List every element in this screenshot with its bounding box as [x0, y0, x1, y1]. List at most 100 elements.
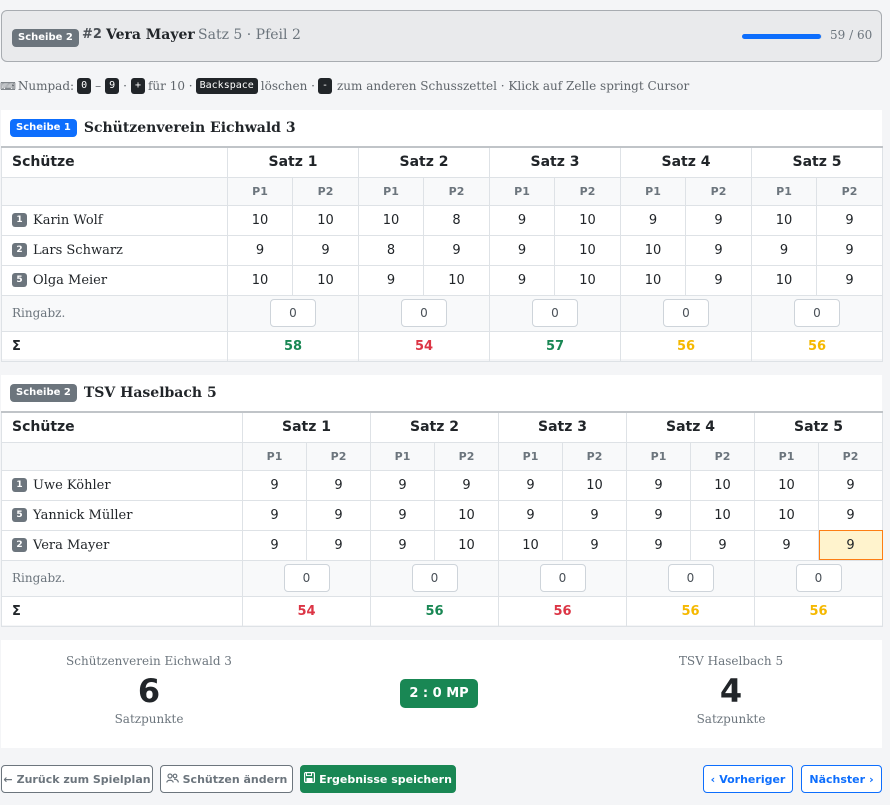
p2-header: P2	[685, 176, 752, 206]
score-cell[interactable]: 10	[562, 469, 627, 501]
score-cell[interactable]: 9	[751, 234, 817, 266]
score-cell[interactable]: 10	[292, 204, 359, 236]
score-cell[interactable]: 9	[292, 234, 359, 266]
score-cell[interactable]: 10	[690, 499, 755, 531]
ring-deduction-cell: 0	[754, 559, 883, 597]
score-cell[interactable]: 8	[358, 234, 424, 266]
score-cell[interactable]: 10	[754, 499, 819, 531]
score-cell[interactable]: 9	[370, 529, 435, 561]
score-cell[interactable]: 9	[685, 264, 752, 296]
ring-deduction-input[interactable]: 0	[411, 564, 458, 592]
ring-deduction-row: Ringabz. 0 0 0 0 0	[1, 294, 883, 332]
score-cell[interactable]: 8	[423, 204, 490, 236]
score-cell[interactable]: 9	[227, 234, 293, 266]
save-button-label: Ergebnisse speichern	[319, 772, 452, 786]
score-cell[interactable]: 9	[489, 204, 555, 236]
shooter-name: Karin Wolf	[33, 212, 103, 228]
ring-deduction-input[interactable]: 0	[539, 564, 586, 592]
score-cell[interactable]: 10	[620, 234, 686, 266]
score-cell[interactable]: 10	[423, 264, 490, 296]
score-cell[interactable]: 10	[620, 264, 686, 296]
team2-title: Scheibe 2 TSV Haselbach 5	[10, 384, 217, 402]
ring-deduction-input[interactable]: 0	[794, 299, 840, 327]
score-cell[interactable]: 9	[242, 469, 307, 501]
p1-header: P1	[358, 176, 424, 206]
score-cell[interactable]: 9	[423, 234, 490, 266]
score-cell[interactable]: 10	[434, 529, 499, 561]
score-cell[interactable]: 9	[562, 499, 627, 531]
score-cell[interactable]: 9	[498, 469, 563, 501]
team2-card: Scheibe 2 TSV Haselbach 5 Schütze Satz 1S…	[1, 375, 883, 627]
score-cell[interactable]: 9	[306, 499, 371, 531]
score-cell[interactable]: 9	[626, 469, 691, 501]
result-team2: TSV Haselbach 5 4 Satzpunkte	[631, 654, 831, 726]
score-cell[interactable]: 10	[434, 499, 499, 531]
back-to-schedule-button[interactable]: ← Zurück zum Spielplan	[1, 765, 153, 793]
score-cell[interactable]: 9	[434, 469, 499, 501]
score-cell[interactable]: 10	[554, 204, 621, 236]
score-cell[interactable]: 9	[370, 469, 435, 501]
score-cell[interactable]: 9	[358, 264, 424, 296]
hint-rest: zum anderen Schusszettel · Klick auf Zel…	[336, 79, 690, 93]
change-shooters-button[interactable]: Schützen ändern	[160, 765, 293, 793]
p2-header: P2	[306, 441, 371, 471]
score-cell[interactable]: 10	[227, 204, 293, 236]
team1-score-table: Schütze Satz 1 Satz 2 Satz 3 Satz 4 Satz 5 P1 P…	[1, 146, 883, 362]
score-cell[interactable]: 9	[816, 264, 883, 296]
score-cell[interactable]: 10	[227, 264, 293, 296]
score-cell[interactable]: 10	[498, 529, 563, 561]
p2-header: P2	[562, 441, 627, 471]
ring-deduction-cell: 0	[227, 294, 359, 332]
score-cell[interactable]: 10	[751, 204, 817, 236]
score-cell[interactable]: 10	[690, 469, 755, 501]
ring-deduction-cell: 0	[489, 294, 621, 332]
score-cell[interactable]: 9	[690, 529, 755, 561]
users-icon	[165, 772, 179, 786]
ring-deduction-input[interactable]: 0	[663, 299, 709, 327]
score-cell[interactable]: 9	[242, 499, 307, 531]
score-cell[interactable]: 9	[626, 529, 691, 561]
score-cell[interactable]: 9	[818, 499, 883, 531]
next-button[interactable]: Nächster ›	[801, 765, 882, 793]
score-cell[interactable]: 9	[685, 204, 752, 236]
score-cell[interactable]: 9	[816, 204, 883, 236]
score-cell[interactable]: 9	[306, 529, 371, 561]
score-cell[interactable]: 10	[554, 264, 621, 296]
ringabz-label: Ringabz.	[1, 559, 243, 597]
ring-deduction-input[interactable]: 0	[795, 564, 842, 592]
floppy-disk-icon	[304, 772, 316, 786]
set-sum-cell: 54	[242, 595, 371, 627]
score-cell[interactable]: 9	[498, 499, 563, 531]
score-cell[interactable]: 9	[242, 529, 307, 561]
schuetze-header: Schütze	[1, 146, 228, 178]
ring-deduction-input[interactable]: 0	[532, 299, 578, 327]
ring-deduction-cell: 0	[358, 294, 490, 332]
score-cell[interactable]: 9	[754, 529, 819, 561]
score-cell[interactable]: 10	[292, 264, 359, 296]
score-cell[interactable]: 9	[685, 234, 752, 266]
score-cell[interactable]: 10	[751, 264, 817, 296]
sigma-label: Σ	[1, 330, 228, 362]
score-cell[interactable]: 9	[626, 499, 691, 531]
score-cell[interactable]: 9	[489, 264, 555, 296]
ring-deduction-input[interactable]: 0	[270, 299, 316, 327]
score-cell[interactable]: 9	[620, 204, 686, 236]
previous-button[interactable]: ‹ Vorheriger	[703, 765, 793, 793]
ring-deduction-input[interactable]: 0	[283, 564, 330, 592]
score-cell[interactable]: 9	[562, 529, 627, 561]
score-cell[interactable]: 10	[554, 234, 621, 266]
save-results-button[interactable]: Ergebnisse speichern	[300, 765, 456, 793]
score-cell[interactable]: 9	[818, 529, 883, 561]
score-cell[interactable]: 9	[816, 234, 883, 266]
score-cell[interactable]: 9	[306, 469, 371, 501]
score-cell[interactable]: 10	[358, 204, 424, 236]
ring-deduction-input[interactable]: 0	[667, 564, 714, 592]
ring-deduction-input[interactable]: 0	[401, 299, 447, 327]
score-cell[interactable]: 9	[489, 234, 555, 266]
score-cell[interactable]: 9	[818, 469, 883, 501]
match-points-badge: 2 : 0 MP	[400, 679, 478, 708]
team2-name: TSV Haselbach 5	[83, 385, 217, 401]
schuetze-header: Schütze	[1, 411, 243, 443]
score-cell[interactable]: 9	[370, 499, 435, 531]
score-cell[interactable]: 10	[754, 469, 819, 501]
